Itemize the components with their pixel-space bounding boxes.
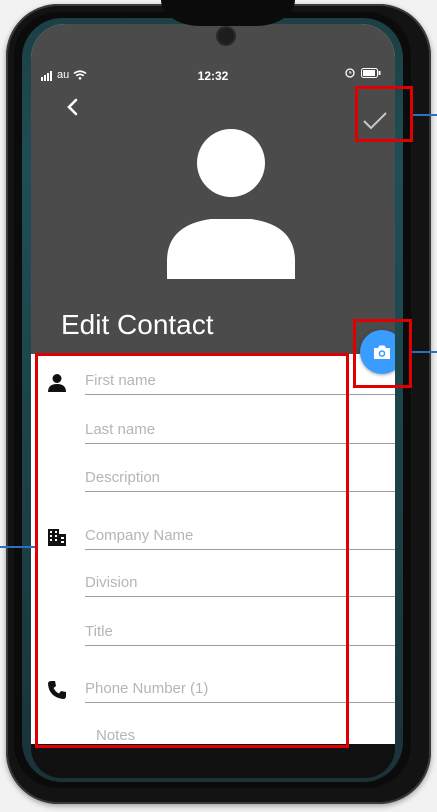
contact-avatar <box>167 129 295 279</box>
alarm-icon <box>345 68 355 78</box>
phone-notch <box>161 0 295 26</box>
highlight-form-box <box>35 353 349 748</box>
callout-line-save <box>413 114 437 116</box>
callout-line-camera <box>412 351 437 353</box>
phone-chin <box>31 744 395 778</box>
status-right <box>345 68 381 78</box>
battery-icon <box>361 68 381 78</box>
callout-line-form <box>0 546 35 548</box>
status-bar: au 12:32 <box>31 66 395 86</box>
front-camera <box>218 28 234 44</box>
status-time: 12:32 <box>197 69 229 83</box>
highlight-save-box <box>355 86 413 142</box>
chevron-left-icon <box>67 98 78 116</box>
page-title: Edit Contact <box>61 309 214 340</box>
highlight-camera-box <box>353 319 412 388</box>
back-button[interactable] <box>65 94 95 124</box>
